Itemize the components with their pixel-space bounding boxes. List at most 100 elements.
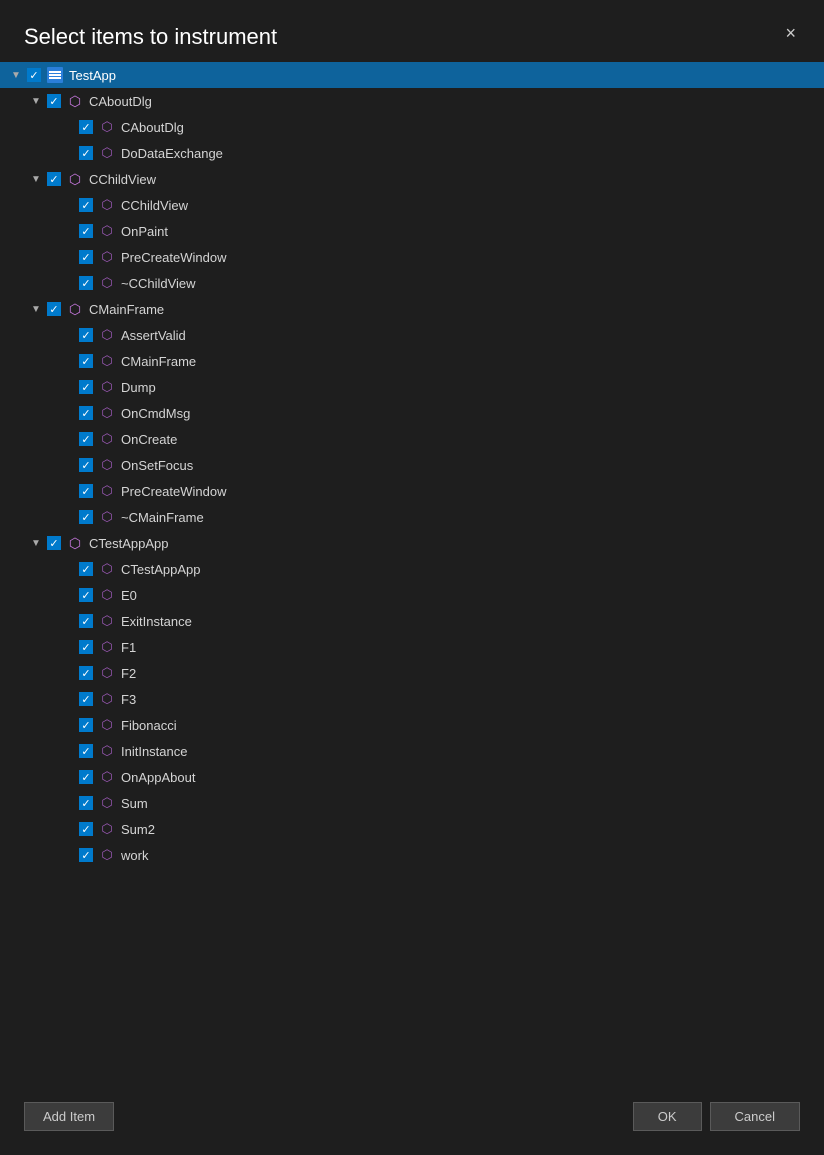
label-sum2: Sum2: [121, 822, 155, 837]
checkbox-initinstance[interactable]: [79, 744, 93, 758]
checkbox-onappabout[interactable]: [79, 770, 93, 784]
tree-item-precreatewindow-child[interactable]: ⬡ PreCreateWindow: [0, 244, 824, 270]
tree-item-cmainframe[interactable]: ⬡ CMainFrame: [0, 296, 824, 322]
label-dump: Dump: [121, 380, 156, 395]
method-icon: ⬡: [98, 482, 116, 500]
checkbox-assertvalid[interactable]: [79, 328, 93, 342]
tree-item-dump[interactable]: ⬡ Dump: [0, 374, 824, 400]
checkbox-testapp[interactable]: [27, 68, 41, 82]
expand-arrow-cmainframe[interactable]: [28, 301, 44, 317]
label-f2: F2: [121, 666, 136, 681]
checkbox-precreatewindow-child[interactable]: [79, 250, 93, 264]
tree-item-dodataexchange[interactable]: ⬡ DoDataExchange: [0, 140, 824, 166]
checkbox-dump[interactable]: [79, 380, 93, 394]
tree-item-cchildview-ctor[interactable]: ⬡ CChildView: [0, 192, 824, 218]
checkbox-work[interactable]: [79, 848, 93, 862]
tree-item-f3[interactable]: ⬡ F3: [0, 686, 824, 712]
tree-item-f1[interactable]: ⬡ F1: [0, 634, 824, 660]
add-item-button[interactable]: Add Item: [24, 1102, 114, 1131]
checkbox-oncreate[interactable]: [79, 432, 93, 446]
checkbox-ctestappapp-ctor[interactable]: [79, 562, 93, 576]
expand-arrow-ctestappapp[interactable]: [28, 535, 44, 551]
tree-item-cchildview[interactable]: ⬡ CChildView: [0, 166, 824, 192]
checkbox-dodataexchange[interactable]: [79, 146, 93, 160]
tree-container[interactable]: TestApp ⬡ CAboutDlg ⬡ CAboutDlg ⬡ DoData…: [0, 62, 824, 1090]
label-cchildview: CChildView: [89, 172, 156, 187]
tree-item-cmainframe-ctor[interactable]: ⬡ CMainFrame: [0, 348, 824, 374]
checkbox-e0[interactable]: [79, 588, 93, 602]
tree-item-caboutdlg[interactable]: ⬡ CAboutDlg: [0, 88, 824, 114]
close-button[interactable]: ×: [781, 24, 800, 42]
dialog-buttons: OK Cancel: [633, 1102, 800, 1131]
tree-item-dtor-cmainframe[interactable]: ⬡ ~CMainFrame: [0, 504, 824, 530]
tree-item-testapp[interactable]: TestApp: [0, 62, 824, 88]
tree-item-caboutdlg-ctor[interactable]: ⬡ CAboutDlg: [0, 114, 824, 140]
checkbox-oncmdmsg[interactable]: [79, 406, 93, 420]
checkbox-caboutdlg[interactable]: [47, 94, 61, 108]
method-icon: ⬡: [98, 638, 116, 656]
method-icon: ⬡: [98, 326, 116, 344]
tree-item-exitinstance[interactable]: ⬡ ExitInstance: [0, 608, 824, 634]
tree-item-oncmdmsg[interactable]: ⬡ OnCmdMsg: [0, 400, 824, 426]
label-caboutdlg: CAboutDlg: [89, 94, 152, 109]
checkbox-precreatewindow-main[interactable]: [79, 484, 93, 498]
cancel-button[interactable]: Cancel: [710, 1102, 800, 1131]
checkbox-f3[interactable]: [79, 692, 93, 706]
testapp-label: TestApp: [69, 68, 116, 83]
tree-item-onsetfocus[interactable]: ⬡ OnSetFocus: [0, 452, 824, 478]
checkbox-cchildview[interactable]: [47, 172, 61, 186]
tree-item-f2[interactable]: ⬡ F2: [0, 660, 824, 686]
label-fibonacci: Fibonacci: [121, 718, 177, 733]
tree-item-ctestappapp-ctor[interactable]: ⬡ CTestAppApp: [0, 556, 824, 582]
tree-item-onappabout[interactable]: ⬡ OnAppAbout: [0, 764, 824, 790]
project-icon: [46, 66, 64, 84]
checkbox-onsetfocus[interactable]: [79, 458, 93, 472]
expand-arrow-cchildview[interactable]: [28, 171, 44, 187]
checkbox-caboutdlg-ctor[interactable]: [79, 120, 93, 134]
tree-item-ctestappapp[interactable]: ⬡ CTestAppApp: [0, 530, 824, 556]
checkbox-dtor-cchildview[interactable]: [79, 276, 93, 290]
checkbox-ctestappapp[interactable]: [47, 536, 61, 550]
class-icon-cchildview: ⬡: [66, 170, 84, 188]
tree-item-initinstance[interactable]: ⬡ InitInstance: [0, 738, 824, 764]
tree-item-precreatewindow-main[interactable]: ⬡ PreCreateWindow: [0, 478, 824, 504]
method-icon: ⬡: [98, 352, 116, 370]
label-exitinstance: ExitInstance: [121, 614, 192, 629]
method-icon: ⬡: [98, 404, 116, 422]
tree-item-sum2[interactable]: ⬡ Sum2: [0, 816, 824, 842]
tree-item-onpaint[interactable]: ⬡ OnPaint: [0, 218, 824, 244]
expand-arrow-caboutdlg[interactable]: [28, 93, 44, 109]
checkbox-sum[interactable]: [79, 796, 93, 810]
checkbox-dtor-cmainframe[interactable]: [79, 510, 93, 524]
method-icon: ⬡: [98, 846, 116, 864]
label-precreatewindow-child: PreCreateWindow: [121, 250, 227, 265]
method-icon: ⬡: [98, 248, 116, 266]
class-icon-cmainframe: ⬡: [66, 300, 84, 318]
tree-item-oncreate[interactable]: ⬡ OnCreate: [0, 426, 824, 452]
dialog-title: Select items to instrument: [24, 24, 277, 50]
checkbox-cchildview-ctor[interactable]: [79, 198, 93, 212]
label-dodataexchange: DoDataExchange: [121, 146, 223, 161]
label-onsetfocus: OnSetFocus: [121, 458, 193, 473]
tree-item-fibonacci[interactable]: ⬡ Fibonacci: [0, 712, 824, 738]
tree-item-assertvalid[interactable]: ⬡ AssertValid: [0, 322, 824, 348]
checkbox-cmainframe-ctor[interactable]: [79, 354, 93, 368]
checkbox-cmainframe[interactable]: [47, 302, 61, 316]
label-caboutdlg-ctor: CAboutDlg: [121, 120, 184, 135]
tree-item-work[interactable]: ⬡ work: [0, 842, 824, 868]
method-icon: ⬡: [98, 456, 116, 474]
checkbox-f2[interactable]: [79, 666, 93, 680]
checkbox-sum2[interactable]: [79, 822, 93, 836]
label-f1: F1: [121, 640, 136, 655]
checkbox-onpaint[interactable]: [79, 224, 93, 238]
expand-arrow-testapp[interactable]: [8, 67, 24, 83]
label-dtor-cmainframe: ~CMainFrame: [121, 510, 204, 525]
tree-item-e0[interactable]: ⬡ E0: [0, 582, 824, 608]
ok-button[interactable]: OK: [633, 1102, 702, 1131]
checkbox-f1[interactable]: [79, 640, 93, 654]
checkbox-fibonacci[interactable]: [79, 718, 93, 732]
label-ctestappapp-ctor: CTestAppApp: [121, 562, 201, 577]
tree-item-sum[interactable]: ⬡ Sum: [0, 790, 824, 816]
checkbox-exitinstance[interactable]: [79, 614, 93, 628]
tree-item-dtor-cchildview[interactable]: ⬡ ~CChildView: [0, 270, 824, 296]
